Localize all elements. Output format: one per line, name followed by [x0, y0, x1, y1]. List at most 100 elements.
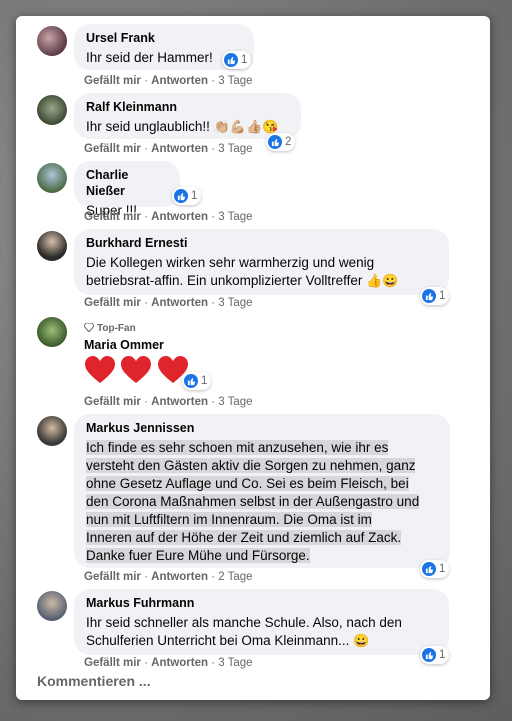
- emoji-icons: 😀: [353, 633, 370, 648]
- timestamp[interactable]: 3 Tage: [218, 143, 252, 155]
- like-icon: [422, 562, 436, 576]
- reply-link[interactable]: Antworten: [151, 75, 208, 87]
- reply-link[interactable]: Antworten: [151, 396, 208, 408]
- like-link[interactable]: Gefällt mir: [84, 75, 141, 87]
- comment-author[interactable]: Markus Jennissen: [86, 420, 438, 436]
- comment-line-wrap: betriebsrat-affin. Ein unkomplizierter V…: [86, 272, 437, 290]
- avatar[interactable]: [37, 317, 67, 347]
- comment-line: nun mit Luftfiltern im Innenraum. Die Om…: [86, 511, 438, 529]
- reaction-count[interactable]: 1: [172, 187, 202, 205]
- separator: ·: [211, 571, 216, 583]
- comment-actions: Gefällt mir · Antworten · 3 Tage: [84, 296, 253, 310]
- selected-text: Inneren auf der Höhe der Zeit und ziemli…: [86, 530, 402, 545]
- like-icon: [184, 374, 198, 388]
- comment-actions: Gefällt mir · Antworten · 3 Tage: [84, 395, 253, 409]
- reaction-count[interactable]: 1: [420, 560, 450, 578]
- comment-text: Ihr seid der Hammer!: [86, 50, 213, 65]
- comment-line: Die Kollegen wirken sehr warmherzig und …: [86, 255, 375, 270]
- like-link[interactable]: Gefällt mir: [84, 211, 141, 223]
- timestamp[interactable]: 3 Tage: [218, 75, 252, 87]
- comment-line-wrap: Schulferien Unterricht bei Oma Kleinmann…: [86, 632, 437, 650]
- like-link[interactable]: Gefällt mir: [84, 297, 141, 309]
- separator: ·: [144, 657, 148, 669]
- comment-actions: Gefällt mir · Antworten · 3 Tage: [84, 74, 253, 88]
- like-count: 1: [201, 375, 208, 387]
- comment-text: Ich finde es sehr schoen mit anzusehen, …: [86, 439, 438, 565]
- selected-text: versteht den Gästen aktiv die Sorgen zu …: [86, 458, 416, 473]
- reply-link[interactable]: Antworten: [151, 297, 208, 309]
- reply-link[interactable]: Antworten: [151, 657, 208, 669]
- heart-icon: [85, 356, 115, 383]
- comment-author[interactable]: Charlie Nießer: [86, 167, 168, 199]
- comment-line: Ich finde es sehr schoen mit anzusehen, …: [86, 439, 438, 457]
- like-icon: [174, 189, 188, 203]
- timestamp[interactable]: 2 Tage: [218, 571, 252, 583]
- reply-link[interactable]: Antworten: [151, 571, 208, 583]
- separator: ·: [144, 143, 148, 155]
- comment-bubble: Ralf Kleinmann Ihr seid unglaublich!! 👏🏼…: [74, 93, 301, 139]
- heart-emojis: [85, 356, 188, 389]
- separator: ·: [211, 143, 216, 155]
- reaction-count[interactable]: 1: [222, 51, 252, 69]
- comment-actions: Gefällt mir · Antworten · 3 Tage: [84, 142, 253, 156]
- comment-line: Danke fuer Eure Mühe und Fürsorge.: [86, 547, 438, 565]
- like-count: 1: [439, 563, 446, 575]
- like-icon: [224, 53, 238, 67]
- emoji-icons: 👍😀: [366, 273, 399, 288]
- reaction-count[interactable]: 1: [182, 372, 212, 390]
- like-link[interactable]: Gefällt mir: [84, 396, 141, 408]
- timestamp[interactable]: 3 Tage: [218, 396, 252, 408]
- like-count: 1: [191, 190, 198, 202]
- reply-link[interactable]: Antworten: [151, 143, 208, 155]
- avatar[interactable]: [37, 591, 67, 621]
- avatar[interactable]: [37, 163, 67, 193]
- separator: ·: [144, 297, 148, 309]
- timestamp[interactable]: 3 Tage: [218, 297, 252, 309]
- like-count: 1: [439, 649, 446, 661]
- comment-actions: Gefällt mir · Antworten · 3 Tage: [84, 656, 253, 670]
- comment-author[interactable]: Ralf Kleinmann: [86, 99, 289, 115]
- like-count: 2: [285, 136, 292, 148]
- separator: ·: [144, 571, 148, 583]
- separator: ·: [144, 396, 148, 408]
- separator: ·: [211, 657, 216, 669]
- avatar[interactable]: [37, 26, 67, 56]
- like-link[interactable]: Gefällt mir: [84, 657, 141, 669]
- reaction-count[interactable]: 1: [420, 646, 450, 664]
- top-fan-badge: Top-Fan: [83, 322, 136, 334]
- comment-author[interactable]: Ursel Frank: [86, 30, 242, 46]
- avatar[interactable]: [37, 95, 67, 125]
- comment-author[interactable]: Maria Ommer: [84, 337, 164, 353]
- reaction-count[interactable]: 2: [266, 133, 296, 151]
- comment-bubble: Burkhard Ernesti Die Kollegen wirken seh…: [74, 229, 449, 295]
- comment-line: Schulferien Unterricht bei Oma Kleinmann…: [86, 633, 350, 648]
- comment-line: versteht den Gästen aktiv die Sorgen zu …: [86, 457, 438, 475]
- selected-text: ohne Gesetz Auflage und Co. Sei es beim …: [86, 476, 409, 491]
- like-link[interactable]: Gefällt mir: [84, 143, 141, 155]
- reaction-count[interactable]: 1: [420, 287, 450, 305]
- comment-actions: Gefällt mir · Antworten · 2 Tage: [84, 570, 253, 584]
- comment-author[interactable]: Burkhard Ernesti: [86, 235, 437, 251]
- like-count: 1: [241, 54, 248, 66]
- timestamp[interactable]: 3 Tage: [218, 657, 252, 669]
- comment-text: Die Kollegen wirken sehr warmherzig und …: [86, 254, 437, 290]
- selected-text: Ich finde es sehr schoen mit anzusehen, …: [86, 440, 389, 455]
- comment-author[interactable]: Markus Fuhrmann: [86, 595, 437, 611]
- like-link[interactable]: Gefällt mir: [84, 571, 141, 583]
- separator: ·: [211, 75, 216, 87]
- comments-panel: Ursel Frank Ihr seid der Hammer! 1 Gefäl…: [16, 16, 490, 700]
- comment-line: Ihr seid schneller als manche Schule. Al…: [86, 615, 402, 630]
- comment-bubble: Markus Fuhrmann Ihr seid schneller als m…: [74, 589, 449, 655]
- separator: ·: [211, 297, 216, 309]
- comment-bubble: Charlie Nießer Super !!!: [74, 161, 180, 218]
- comment-text: Ihr seid unglaublich!! 👏🏼💪🏼👍🏼😘: [86, 118, 289, 136]
- reply-link[interactable]: Antworten: [151, 211, 208, 223]
- like-icon: [422, 289, 436, 303]
- avatar[interactable]: [37, 231, 67, 261]
- avatar[interactable]: [37, 416, 67, 446]
- write-comment-link[interactable]: Kommentieren ...: [37, 673, 151, 689]
- timestamp[interactable]: 3 Tage: [218, 211, 252, 223]
- selected-text: nun mit Luftfiltern im Innenraum. Die Om…: [86, 512, 372, 527]
- like-count: 1: [439, 290, 446, 302]
- like-icon: [422, 648, 436, 662]
